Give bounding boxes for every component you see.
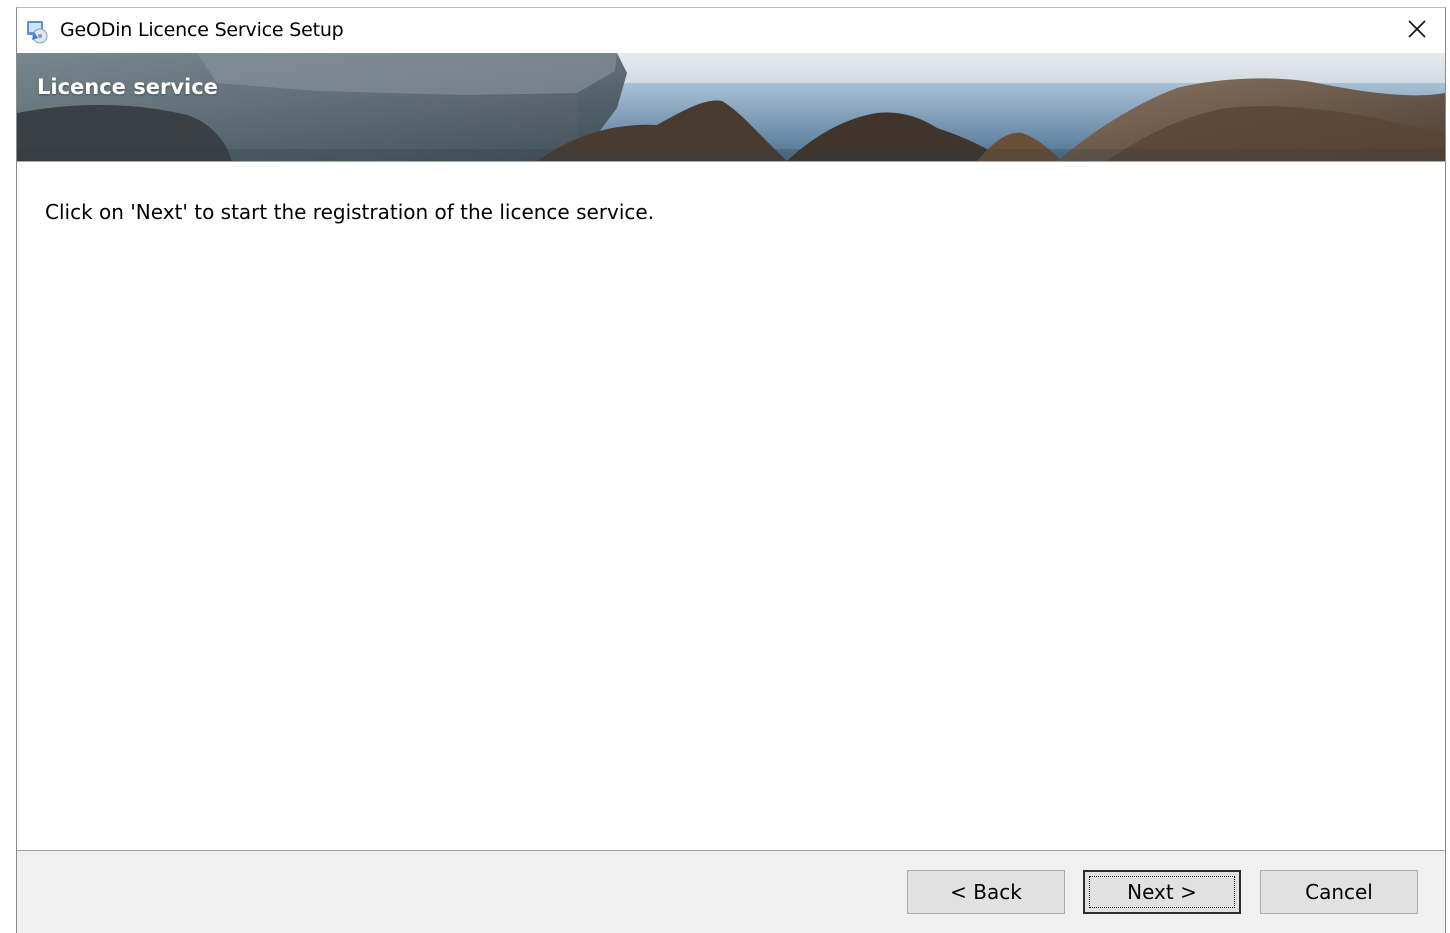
page-title: Licence service bbox=[37, 75, 218, 99]
window-title: GeODin Licence Service Setup bbox=[60, 19, 344, 41]
button-bar: < Back Next > Cancel bbox=[17, 850, 1445, 933]
back-button[interactable]: < Back bbox=[907, 870, 1065, 914]
close-button[interactable] bbox=[1389, 8, 1445, 53]
cancel-button-label: Cancel bbox=[1305, 880, 1373, 904]
cancel-button[interactable]: Cancel bbox=[1260, 870, 1418, 914]
instruction-text: Click on 'Next' to start the registratio… bbox=[45, 200, 655, 224]
content-area: Click on 'Next' to start the registratio… bbox=[17, 162, 1445, 850]
mountain-landscape-image bbox=[17, 53, 1445, 161]
setup-window: GeODin Licence Service Setup Licence ser… bbox=[16, 7, 1446, 933]
title-bar[interactable]: GeODin Licence Service Setup bbox=[17, 8, 1445, 53]
back-button-label: < Back bbox=[950, 880, 1022, 904]
next-button[interactable]: Next > bbox=[1083, 870, 1241, 914]
setup-installer-icon bbox=[25, 20, 49, 44]
next-button-label: Next > bbox=[1127, 880, 1197, 904]
close-icon bbox=[1408, 19, 1426, 42]
header-banner: Licence service bbox=[17, 53, 1445, 162]
